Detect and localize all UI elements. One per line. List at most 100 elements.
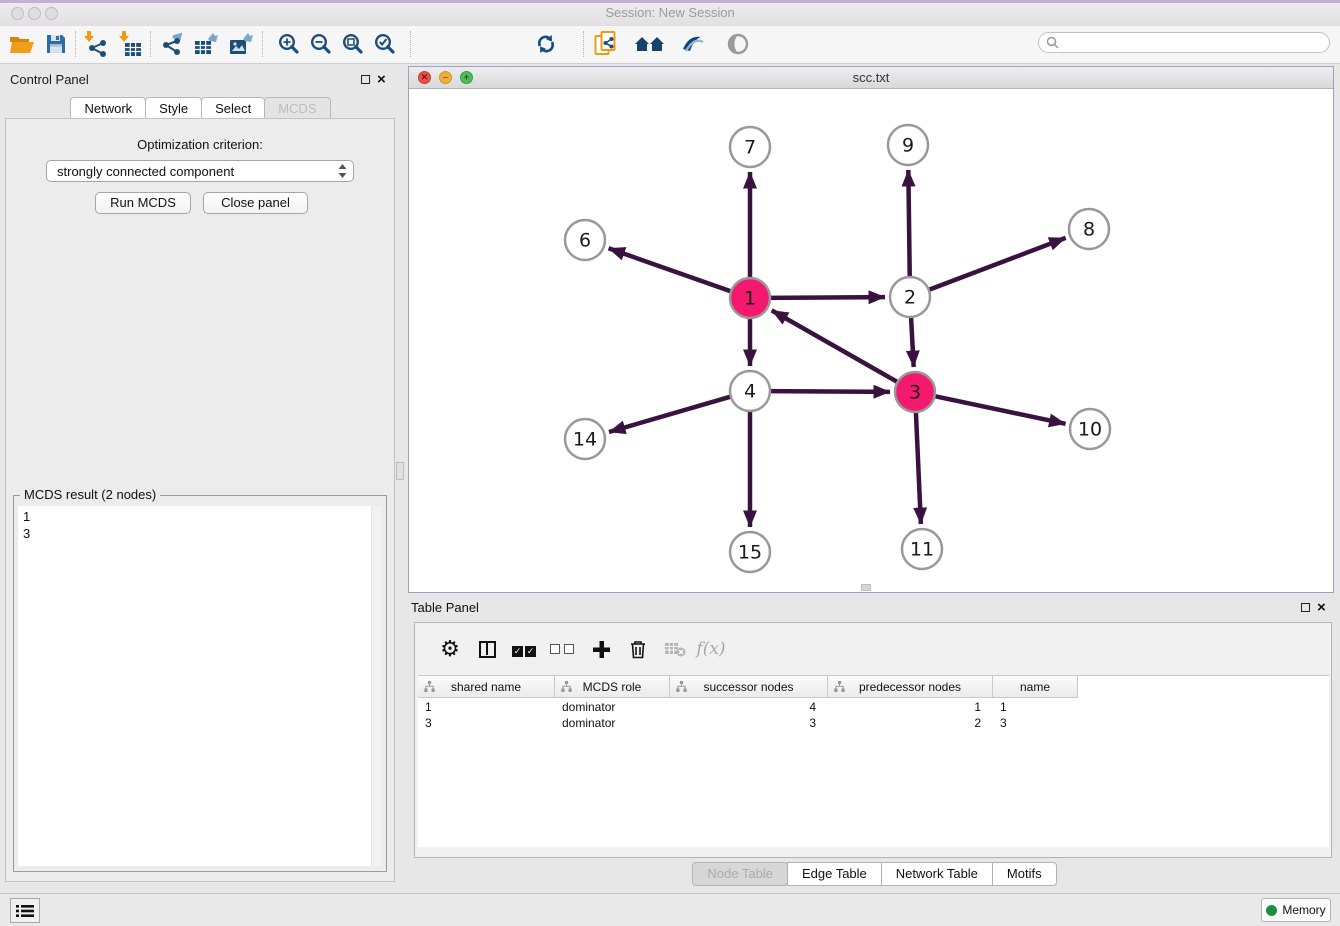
delete-table-icon[interactable] (661, 635, 689, 663)
memory-button[interactable]: Memory (1261, 898, 1331, 922)
close-panel-button[interactable]: Close panel (203, 192, 308, 214)
edge-2-3[interactable] (911, 316, 914, 367)
optimization-criterion-select[interactable]: strongly connected component (46, 160, 354, 182)
save-session-icon[interactable] (41, 29, 71, 59)
add-column-icon[interactable] (587, 635, 615, 663)
column-chooser-icon[interactable] (473, 635, 501, 663)
tab-mcds[interactable]: MCDS (264, 97, 330, 120)
node-9[interactable]: 9 (888, 125, 928, 165)
run-mcds-button[interactable]: Run MCDS (95, 192, 191, 214)
zoom-in-icon[interactable] (274, 29, 304, 59)
cell-mcds-role[interactable]: dominator (555, 700, 670, 714)
export-table-icon[interactable] (191, 29, 221, 59)
node-3[interactable]: 3 (895, 372, 935, 412)
tab-motifs[interactable]: Motifs (992, 862, 1057, 886)
refresh-icon[interactable] (531, 29, 561, 59)
zoom-out-icon[interactable] (306, 29, 336, 59)
control-panel-float-icon[interactable] (361, 75, 370, 84)
search-box[interactable] (1038, 32, 1330, 53)
tab-network[interactable]: Network (70, 97, 146, 120)
task-history-button[interactable] (10, 898, 40, 923)
node-label: 14 (573, 429, 597, 451)
tab-network-table[interactable]: Network Table (881, 862, 993, 886)
edge-2-8[interactable] (928, 238, 1066, 290)
table-panel-close-icon[interactable]: × (1317, 602, 1326, 614)
table-panel-float-icon[interactable] (1301, 603, 1310, 612)
vizmapper-icon[interactable] (678, 29, 708, 59)
node-7[interactable]: 7 (730, 127, 770, 167)
node-8[interactable]: 8 (1069, 209, 1109, 249)
edge-4-14[interactable] (609, 396, 732, 432)
mcds-result-textarea[interactable]: 1 3 (18, 506, 382, 866)
settings-gear-icon[interactable]: ⚙ (436, 635, 464, 663)
edge-1-6[interactable] (609, 248, 732, 291)
node-6[interactable]: 6 (565, 220, 605, 260)
node-10[interactable]: 10 (1070, 409, 1110, 449)
cell-mcds-role[interactable]: dominator (555, 716, 670, 730)
network-window-titlebar[interactable]: ✕ – + scc.txt (409, 67, 1333, 89)
column-header-name[interactable]: name (993, 676, 1078, 697)
node-15[interactable]: 15 (730, 532, 770, 572)
tab-style[interactable]: Style (145, 97, 202, 120)
import-network-icon[interactable] (81, 29, 111, 59)
export-network-icon[interactable] (158, 29, 188, 59)
table-panel-tabs: Node TableEdge TableNetwork TableMotifs (408, 862, 1340, 886)
cell-name[interactable]: 1 (993, 700, 1078, 714)
panel-splitter-handle[interactable] (396, 462, 404, 480)
cell-name[interactable]: 3 (993, 716, 1078, 730)
node-14[interactable]: 14 (565, 419, 605, 459)
toolbar-separator (75, 31, 76, 57)
node-11[interactable]: 11 (902, 529, 942, 569)
table-row[interactable]: 1dominator411 (418, 699, 1329, 715)
window-resize-handle[interactable] (861, 584, 871, 591)
table-row[interactable]: 3dominator323 (418, 715, 1329, 731)
network-canvas[interactable]: 7 9 6 8 1 2 4 3 14 10 15 11 (409, 89, 1333, 592)
column-header-predecessor-nodes[interactable]: predecessor nodes (828, 676, 993, 697)
control-panel-tabs: NetworkStyleSelectMCDS (0, 97, 400, 120)
edge-4-3[interactable] (769, 391, 890, 392)
edge-3-1[interactable] (772, 310, 899, 382)
edge-3-10[interactable] (934, 396, 1066, 424)
cell-predecessor-nodes[interactable]: 2 (828, 716, 993, 730)
node-2[interactable]: 2 (890, 277, 930, 317)
function-builder-icon[interactable]: f(x) (697, 635, 725, 663)
column-header-successor-nodes[interactable]: successor nodes (670, 676, 828, 697)
mcds-panel: Optimization criterion: strongly connect… (5, 118, 395, 882)
zoom-fit-icon[interactable] (338, 29, 368, 59)
zoom-selected-icon[interactable] (370, 29, 400, 59)
attribute-flow-icon (834, 681, 845, 692)
edge-2-9[interactable] (908, 170, 909, 278)
first-neighbors-icon[interactable] (634, 29, 664, 59)
optimization-criterion-label: Optimization criterion: (6, 137, 394, 152)
node-4[interactable]: 4 (730, 371, 770, 411)
column-header-mcds-role[interactable]: MCDS role (555, 676, 670, 697)
toolbar-separator (262, 31, 263, 57)
delete-column-icon[interactable] (624, 635, 652, 663)
cell-predecessor-nodes[interactable]: 1 (828, 700, 993, 714)
import-table-icon[interactable] (116, 29, 146, 59)
edge-3-11[interactable] (916, 411, 921, 524)
eye-icon[interactable] (723, 29, 753, 59)
control-panel-close-icon[interactable]: × (377, 74, 386, 86)
cell-successor-nodes[interactable]: 4 (670, 700, 828, 714)
open-file-icon[interactable] (7, 29, 37, 59)
export-image-icon[interactable] (226, 29, 256, 59)
search-input[interactable] (1063, 35, 1329, 51)
node-1[interactable]: 1 (730, 278, 770, 318)
tab-edge-table[interactable]: Edge Table (787, 862, 882, 886)
cell-successor-nodes[interactable]: 3 (670, 716, 828, 730)
memory-label: Memory (1282, 903, 1325, 917)
tab-select[interactable]: Select (201, 97, 265, 120)
titlebar: Session: New Session (0, 0, 1340, 27)
column-header-shared-name[interactable]: shared name (418, 676, 555, 697)
node-table: shared nameMCDS rolesuccessor nodesprede… (418, 675, 1329, 847)
node-label: 11 (910, 539, 934, 561)
select-all-icon[interactable]: ✓✓ (510, 635, 538, 663)
cell-shared-name[interactable]: 3 (418, 716, 555, 730)
edge-1-2[interactable] (769, 297, 885, 298)
deselect-all-icon[interactable] (548, 635, 576, 663)
result-scrollbar[interactable] (371, 506, 382, 866)
clone-network-icon[interactable] (591, 29, 621, 59)
tab-node-table[interactable]: Node Table (692, 862, 788, 886)
cell-shared-name[interactable]: 1 (418, 700, 555, 714)
